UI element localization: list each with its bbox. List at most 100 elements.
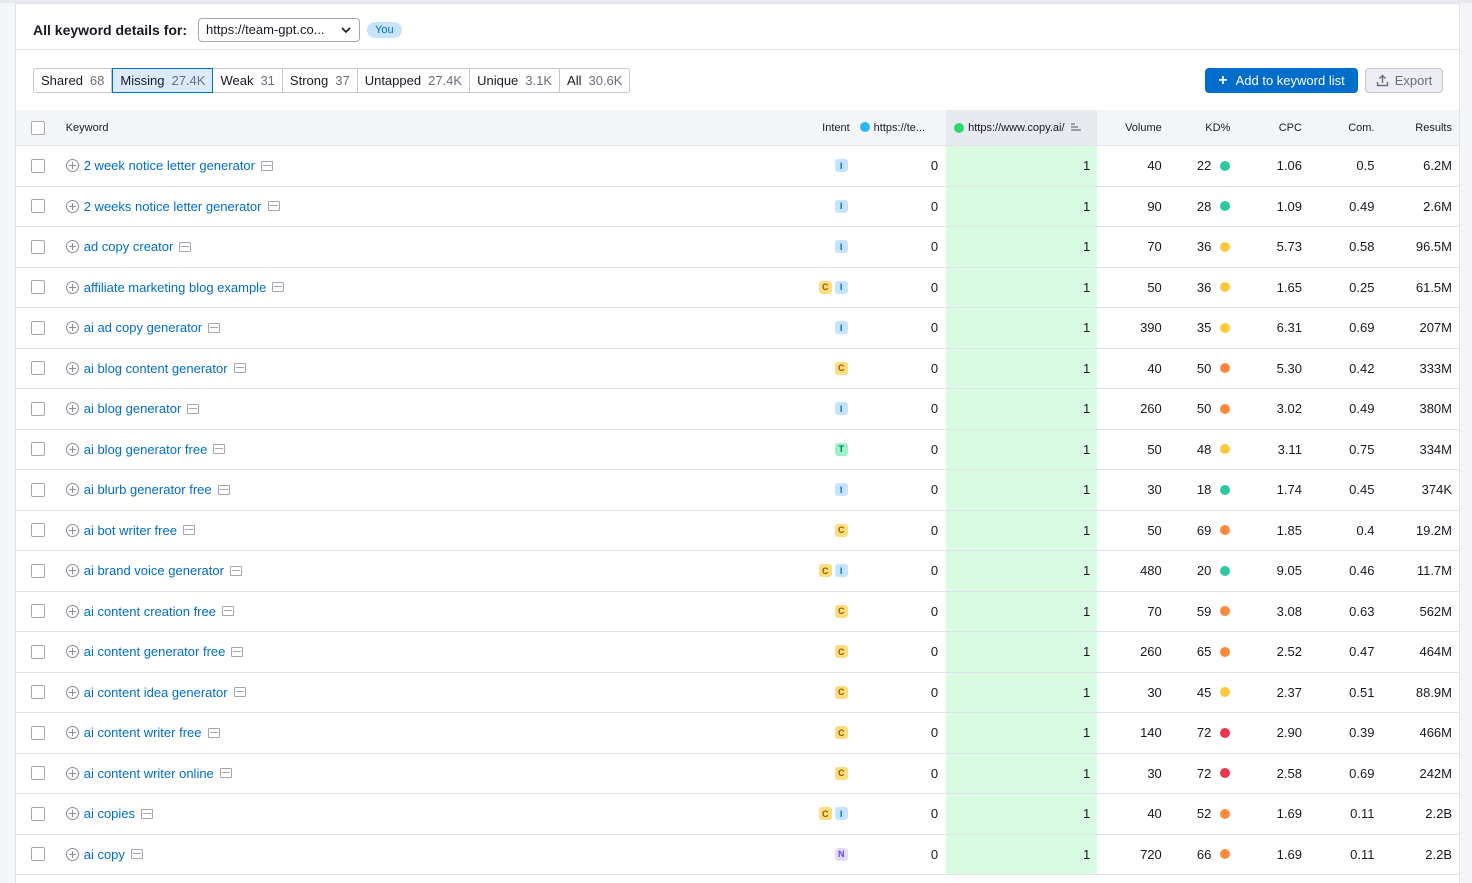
serp-features-icon[interactable] <box>219 768 232 779</box>
row-checkbox[interactable] <box>30 766 45 781</box>
row-checkbox[interactable] <box>30 158 45 173</box>
competitor-domain-column-header[interactable]: https://www.copy.ai/ <box>946 110 1098 145</box>
serp-features-icon[interactable] <box>233 687 246 698</box>
row-checkbox[interactable] <box>30 320 45 335</box>
keyword-link[interactable]: ai copy <box>84 847 125 862</box>
keyword-link[interactable]: ai content writer online <box>84 766 214 781</box>
export-button[interactable]: Export <box>1365 68 1443 93</box>
keyword-link[interactable]: ai content creation free <box>84 604 216 619</box>
add-keyword-icon[interactable] <box>65 604 79 618</box>
filter-tab-weak[interactable]: Weak 31 <box>213 69 283 92</box>
intent-column-header[interactable]: Intent <box>785 122 850 134</box>
select-all-checkbox[interactable] <box>30 120 45 135</box>
row-checkbox[interactable] <box>30 563 45 578</box>
serp-features-icon[interactable] <box>261 160 273 171</box>
row-checkbox[interactable] <box>30 523 45 538</box>
row-checkbox[interactable] <box>30 847 45 862</box>
row-checkbox[interactable] <box>30 685 45 700</box>
add-keyword-icon[interactable] <box>65 159 79 173</box>
serp-features-icon[interactable] <box>233 363 246 374</box>
serp-features-icon[interactable] <box>217 484 230 495</box>
serp-features-icon[interactable] <box>213 444 226 455</box>
serp-features-icon[interactable] <box>207 727 220 738</box>
results-column-header[interactable]: Results <box>1376 122 1459 134</box>
keyword-link[interactable]: ai content writer free <box>84 725 202 740</box>
domain-select[interactable]: https://team-gpt.co... <box>198 17 361 42</box>
add-keyword-icon[interactable] <box>65 402 79 416</box>
filter-tab-count: 37 <box>335 73 350 88</box>
add-keyword-icon[interactable] <box>65 807 79 821</box>
volume-cell: 480 <box>1140 563 1162 579</box>
add-keyword-icon[interactable] <box>65 483 79 497</box>
results-cell: 562M <box>1419 603 1452 619</box>
add-keyword-icon[interactable] <box>65 766 79 780</box>
keyword-link[interactable]: ai blog generator free <box>84 442 208 457</box>
row-checkbox[interactable] <box>30 361 45 376</box>
kd-column-header[interactable]: KD% <box>1168 122 1234 134</box>
add-keyword-icon[interactable] <box>65 361 79 375</box>
row-checkbox[interactable] <box>30 442 45 457</box>
serp-features-icon[interactable] <box>187 403 200 414</box>
filter-tab-shared[interactable]: Shared 68 <box>34 69 113 92</box>
kd-value: 66 <box>1196 846 1212 862</box>
volume-column-header[interactable]: Volume <box>1097 122 1168 134</box>
sort-descending-icon[interactable] <box>1070 123 1082 132</box>
add-keyword-icon[interactable] <box>65 321 79 335</box>
com-column-header[interactable]: Com. <box>1305 122 1377 134</box>
serp-features-icon[interactable] <box>208 322 221 333</box>
add-keyword-icon[interactable] <box>65 523 79 537</box>
row-checkbox[interactable] <box>30 806 45 821</box>
filter-tab-unique[interactable]: Unique 3.1K <box>470 69 561 92</box>
serp-features-icon[interactable] <box>179 241 192 252</box>
serp-features-icon[interactable] <box>141 808 154 819</box>
add-keyword-icon[interactable] <box>65 847 79 861</box>
add-keyword-icon[interactable] <box>65 240 79 254</box>
row-checkbox[interactable] <box>30 482 45 497</box>
keyword-link[interactable]: ai blog content generator <box>84 361 228 376</box>
keyword-link[interactable]: ai bot writer free <box>84 523 177 538</box>
cpc-column-header[interactable]: CPC <box>1233 122 1305 134</box>
row-checkbox[interactable] <box>30 401 45 416</box>
add-to-keyword-list-button[interactable]: + Add to keyword list <box>1205 68 1358 93</box>
keyword-link[interactable]: ad copy creator <box>84 239 174 254</box>
keyword-link[interactable]: 2 weeks notice letter generator <box>84 199 262 214</box>
add-keyword-icon[interactable] <box>65 280 79 294</box>
row-checkbox[interactable] <box>30 604 45 619</box>
keyword-link[interactable]: ai blog generator <box>84 401 182 416</box>
kd-difficulty-dot-icon <box>1220 160 1231 171</box>
keyword-link[interactable]: affiliate marketing blog example <box>84 280 267 295</box>
keyword-link[interactable]: ai ad copy generator <box>84 320 203 335</box>
serp-features-icon[interactable] <box>182 525 195 536</box>
com-cell: 0.11 <box>1350 846 1375 862</box>
keyword-link[interactable]: ai brand voice generator <box>84 563 224 578</box>
serp-features-icon[interactable] <box>272 282 285 293</box>
row-checkbox[interactable] <box>30 280 45 295</box>
filter-tab-strong[interactable]: Strong 37 <box>283 69 358 92</box>
filter-tab-untapped[interactable]: Untapped 27.4K <box>358 69 471 92</box>
serp-features-icon[interactable] <box>130 849 143 860</box>
row-checkbox[interactable] <box>30 199 45 214</box>
serp-features-icon[interactable] <box>267 201 280 212</box>
row-checkbox[interactable] <box>30 644 45 659</box>
keyword-link[interactable]: ai content idea generator <box>84 685 228 700</box>
keyword-link[interactable]: ai blurb generator free <box>84 482 212 497</box>
add-keyword-icon[interactable] <box>65 726 79 740</box>
keyword-link[interactable]: 2 week notice letter generator <box>84 158 255 173</box>
add-keyword-icon[interactable] <box>65 645 79 659</box>
row-checkbox[interactable] <box>30 725 45 740</box>
serp-features-icon[interactable] <box>221 606 234 617</box>
add-keyword-icon[interactable] <box>65 442 79 456</box>
filter-tab-count: 31 <box>260 73 275 88</box>
keyword-column-header[interactable]: Keyword <box>60 122 785 134</box>
filter-tab-missing[interactable]: Missing 27.4K <box>112 68 214 93</box>
add-keyword-icon[interactable] <box>65 685 79 699</box>
serp-features-icon[interactable] <box>229 565 242 576</box>
add-keyword-icon[interactable] <box>65 564 79 578</box>
serp-features-icon[interactable] <box>231 646 244 657</box>
add-keyword-icon[interactable] <box>65 199 79 213</box>
you-domain-column-header[interactable]: https://te... <box>850 121 946 134</box>
keyword-link[interactable]: ai copies <box>84 806 135 821</box>
filter-tab-all[interactable]: All 30.6K <box>560 69 629 92</box>
keyword-link[interactable]: ai content generator free <box>84 644 226 659</box>
row-checkbox[interactable] <box>30 239 45 254</box>
